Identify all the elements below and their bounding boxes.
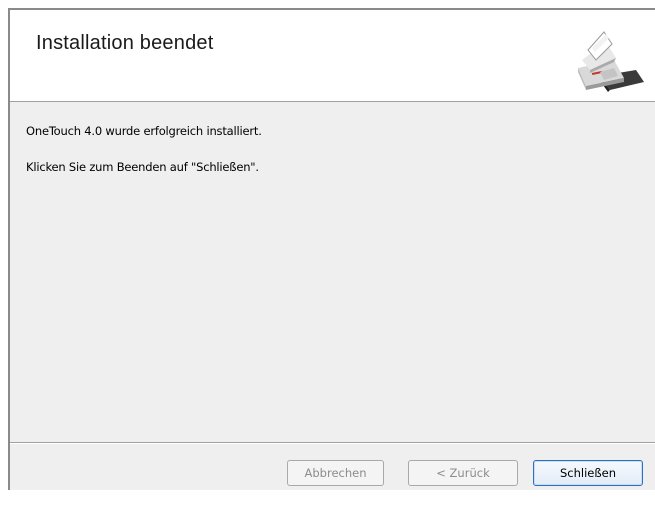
dialog-content: OneTouch 4.0 wurde erfolgreich installie… xyxy=(10,102,655,442)
scanner-icon xyxy=(570,20,650,98)
back-button[interactable]: < Zurück xyxy=(408,460,518,486)
installer-window: Installation beendet OneTouch 4.0 wurde … xyxy=(0,0,655,508)
page-title: Installation beendet xyxy=(36,32,214,54)
install-success-message: OneTouch 4.0 wurde erfolgreich installie… xyxy=(26,124,262,138)
dialog-frame: Installation beendet OneTouch 4.0 wurde … xyxy=(8,8,655,490)
close-instruction-message: Klicken Sie zum Beenden auf "Schließen". xyxy=(26,160,259,174)
close-button[interactable]: Schließen xyxy=(533,460,643,486)
dialog-header: Installation beendet xyxy=(10,10,655,102)
dialog-footer: Abbrechen < Zurück Schließen xyxy=(10,444,655,490)
cancel-button[interactable]: Abbrechen xyxy=(287,460,384,486)
